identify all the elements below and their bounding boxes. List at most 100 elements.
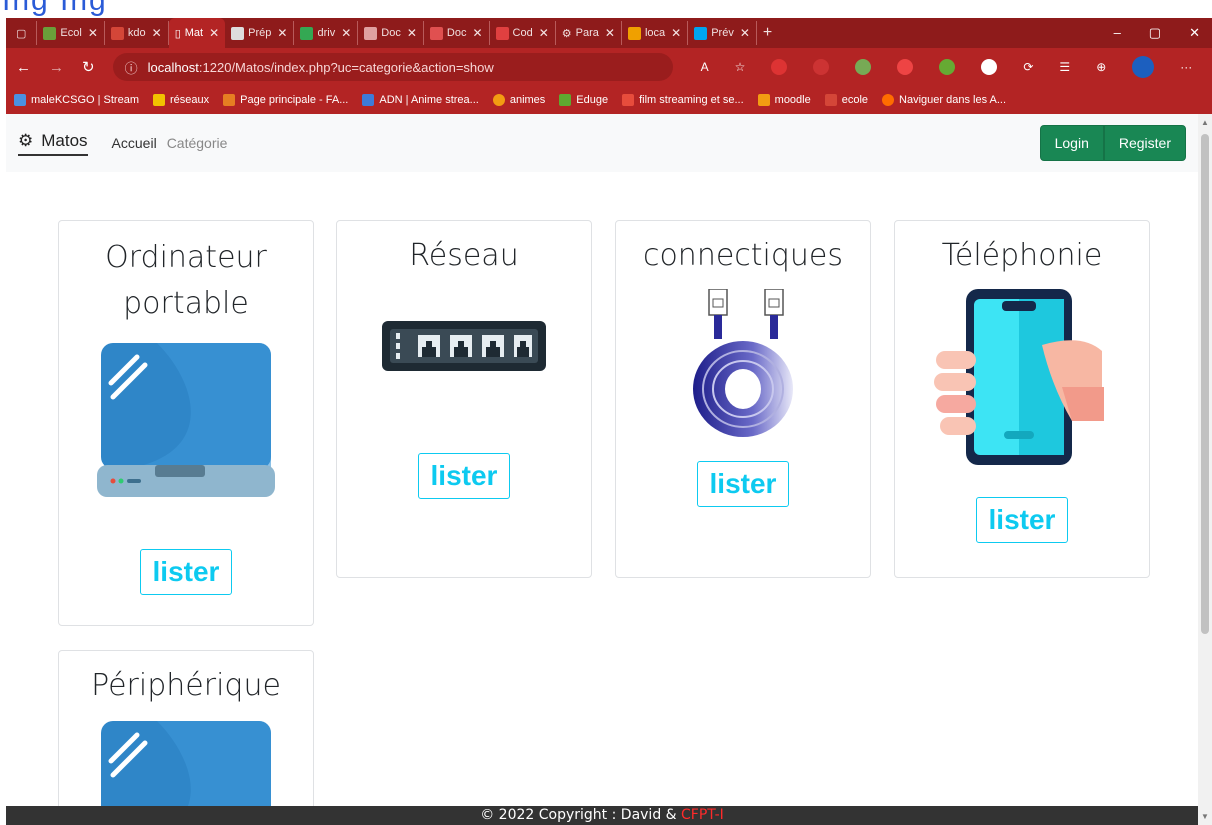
- tab-doc-2[interactable]: Doc ✕: [424, 21, 490, 45]
- new-tab-button[interactable]: +: [757, 21, 778, 45]
- url-host: localhost: [147, 59, 199, 75]
- image-favicon-icon: [231, 26, 245, 40]
- bookmark-item[interactable]: Eduge: [559, 94, 608, 106]
- bookmark-item[interactable]: ADN | Anime strea...: [362, 94, 479, 106]
- bookmark-item[interactable]: maleKCSGO | Stream: [14, 94, 139, 106]
- gear-icon: ⚙: [561, 27, 572, 40]
- profile-avatar[interactable]: [1132, 56, 1155, 78]
- bookmark-favicon-icon: [559, 94, 572, 106]
- url-input[interactable]: ⓘ localhost:1220/Matos/index.php?uc=cate…: [112, 53, 673, 81]
- ublock-extension-icon[interactable]: [771, 59, 788, 75]
- bookmark-item[interactable]: ecole: [824, 94, 868, 106]
- tab-doc-1[interactable]: Doc ✕: [358, 21, 424, 45]
- maximize-icon[interactable]: ▢: [1149, 25, 1161, 41]
- tab-matos[interactable]: ▯ Mat ✕: [168, 18, 226, 48]
- site-navbar: ⚙ Matos Accueil Catégorie Login Register: [6, 114, 1198, 172]
- refresh-icon[interactable]: ↻: [82, 58, 95, 76]
- back-icon[interactable]: ←: [16, 59, 31, 76]
- lister-button-laptop[interactable]: lister: [139, 549, 233, 595]
- extension-icon[interactable]: [855, 59, 872, 75]
- local-favicon-icon: [627, 26, 641, 40]
- nav-category-link[interactable]: Catégorie: [167, 135, 228, 151]
- close-tab-icon[interactable]: ✕: [407, 26, 417, 40]
- close-tab-icon[interactable]: ✕: [605, 26, 615, 40]
- card-title: connectiques: [642, 238, 844, 273]
- document-favicon-icon: [364, 26, 378, 40]
- address-bar-row: ← → ↻ ⓘ localhost:1220/Matos/index.php?u…: [6, 48, 1212, 86]
- read-aloud-icon[interactable]: A: [701, 60, 709, 74]
- extensions-icon[interactable]: ⟳: [1023, 60, 1033, 74]
- footer-highlight: CFPT-I: [681, 807, 724, 823]
- bookmark-item[interactable]: animes: [492, 94, 545, 106]
- tab-code[interactable]: Cod ✕: [490, 21, 556, 45]
- close-tab-icon[interactable]: ✕: [740, 26, 750, 40]
- vertical-scrollbar[interactable]: ▲ ▼: [1198, 114, 1212, 825]
- card-title: Réseau: [409, 238, 519, 273]
- bookmark-favicon-icon: [622, 94, 635, 106]
- moodle-favicon-icon: [757, 94, 770, 106]
- bookmark-item[interactable]: moodle: [757, 94, 811, 106]
- brand-link[interactable]: ⚙ Matos: [18, 131, 88, 156]
- page-viewport: ⚙ Matos Accueil Catégorie Login Register…: [6, 114, 1198, 825]
- more-icon[interactable]: ···: [1180, 60, 1192, 74]
- browser-toolbar-icons: A ☆ ⟳ ☰ ⊕ ···: [701, 56, 1192, 78]
- tab-drive[interactable]: driv ✕: [294, 21, 359, 45]
- bookmark-item[interactable]: film streaming et se...: [622, 94, 744, 106]
- opera-extension-icon[interactable]: [897, 59, 914, 75]
- close-tab-icon[interactable]: ✕: [277, 26, 287, 40]
- scrollbar-thumb[interactable]: [1201, 134, 1209, 634]
- background-window-text: Ing Ing: [2, 0, 108, 17]
- gmail-favicon-icon: [824, 94, 837, 106]
- collections-icon[interactable]: ⊕: [1096, 60, 1106, 74]
- scroll-down-icon[interactable]: ▼: [1201, 812, 1209, 821]
- tab-prev[interactable]: Prév ✕: [688, 21, 757, 45]
- footer-copyright: © 2022 Copyright : David &: [480, 807, 682, 823]
- tab-actions-button[interactable]: ▢: [6, 21, 38, 45]
- gmail-extension-icon[interactable]: [813, 59, 830, 75]
- close-window-icon[interactable]: ✕: [1189, 25, 1200, 41]
- plus-icon: +: [762, 24, 773, 41]
- nav-home-link[interactable]: Accueil: [112, 135, 157, 151]
- browser-tab-bar: ▢ Ecol ✕ kdo ✕ ▯ Mat ✕ Prép ✕ driv ✕ Doc ✕ Doc ✕…: [6, 18, 1212, 48]
- extension-icon[interactable]: [981, 59, 998, 75]
- lister-button-network[interactable]: lister: [417, 453, 511, 499]
- bookmark-favicon-icon: [14, 94, 26, 106]
- tab-ecole[interactable]: Ecol ✕: [37, 21, 105, 45]
- bookmark-folder[interactable]: réseaux: [153, 94, 209, 106]
- network-switch-icon: [337, 319, 591, 373]
- bookmark-item[interactable]: Naviguer dans les A...: [882, 94, 1006, 106]
- bookmark-favicon-icon: [362, 94, 375, 106]
- tab-params[interactable]: ⚙ Para ✕: [556, 21, 622, 45]
- lister-button-connectors[interactable]: lister: [696, 461, 790, 507]
- close-tab-icon[interactable]: ✕: [539, 26, 549, 40]
- ethernet-cable-icon: [616, 289, 870, 441]
- background-window-strip: Ing Ing: [0, 0, 1212, 18]
- folder-icon: [153, 94, 165, 106]
- lister-button-telephony[interactable]: lister: [975, 497, 1069, 543]
- bookmark-favicon-icon: [492, 94, 505, 106]
- tab-prep[interactable]: Prép ✕: [225, 21, 295, 45]
- close-tab-icon[interactable]: ✕: [209, 26, 219, 40]
- close-tab-icon[interactable]: ✕: [472, 26, 482, 40]
- category-card-telephony: Téléphonie lister: [894, 220, 1150, 578]
- tab-kdo[interactable]: kdo ✕: [105, 21, 169, 45]
- extension-icon[interactable]: [939, 59, 956, 75]
- close-tab-icon[interactable]: ✕: [341, 26, 351, 40]
- close-tab-icon[interactable]: ✕: [671, 26, 681, 40]
- register-button[interactable]: Register: [1103, 125, 1186, 161]
- info-icon[interactable]: ⓘ: [125, 58, 138, 77]
- close-tab-icon[interactable]: ✕: [152, 26, 162, 40]
- bookmark-item[interactable]: Page principale - FA...: [223, 94, 348, 106]
- scroll-up-icon[interactable]: ▲: [1201, 118, 1209, 127]
- favorite-star-icon[interactable]: ☆: [735, 60, 746, 74]
- laptop-icon: [59, 343, 313, 501]
- tab-local[interactable]: loca ✕: [622, 21, 689, 45]
- minimize-icon[interactable]: –: [1114, 25, 1121, 41]
- close-tab-icon[interactable]: ✕: [88, 26, 98, 40]
- category-card-laptop: Ordinateur portable lister: [58, 220, 314, 626]
- favorites-icon[interactable]: ☰: [1059, 60, 1070, 74]
- tab-actions-icon: ▢: [16, 27, 27, 40]
- login-button[interactable]: Login: [1039, 125, 1104, 161]
- page-favicon-icon: ▯: [174, 27, 181, 40]
- forward-icon[interactable]: →: [49, 59, 64, 76]
